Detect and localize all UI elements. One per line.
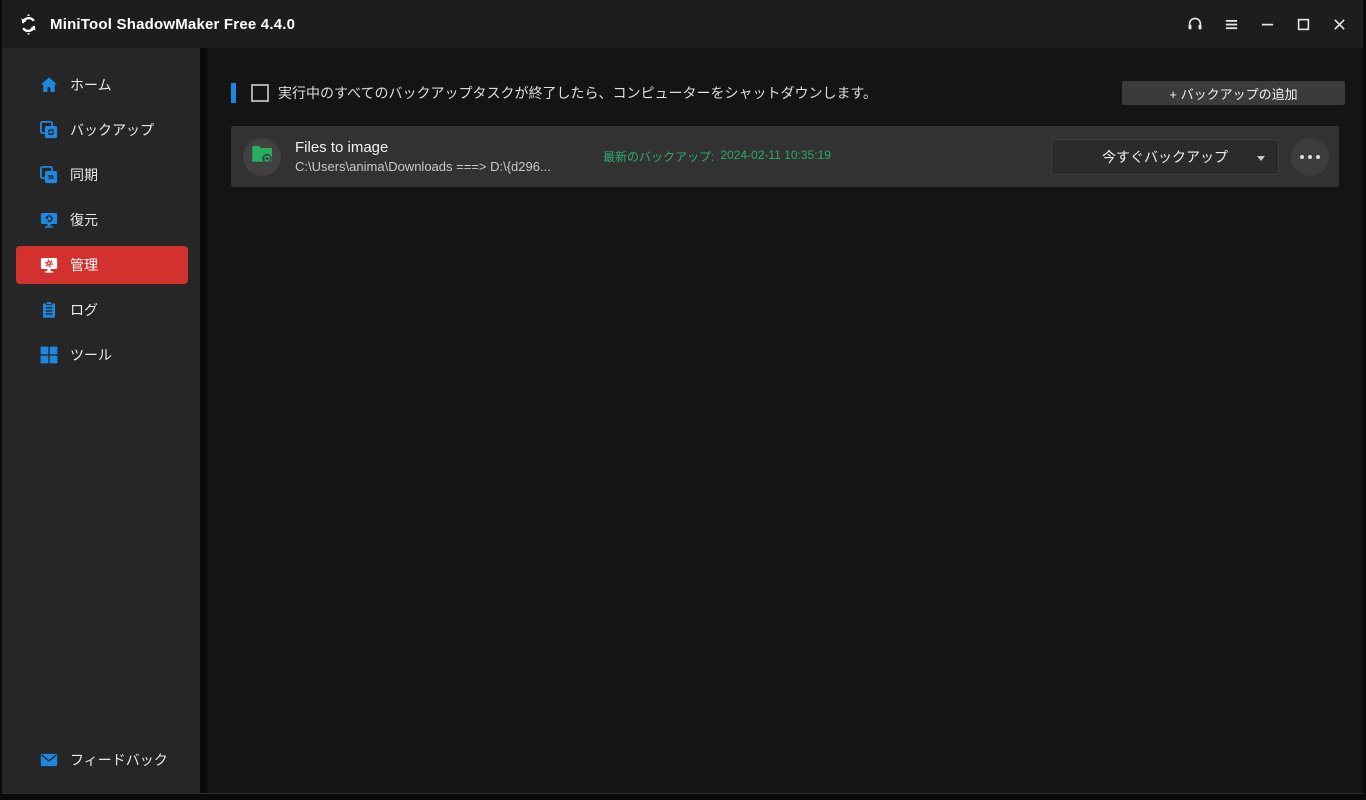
sidebar-item-log[interactable]: ログ xyxy=(16,291,188,329)
accent-bar xyxy=(231,83,236,103)
sidebar-item-label: 同期 xyxy=(70,167,98,183)
sidebar: ホーム バックアップ 同期 復元 管理 ログ ツール フィードバック xyxy=(2,48,200,793)
sidebar-item-label: ログ xyxy=(70,302,98,318)
task-path: C:\Users\anima\Downloads ===> D:\{d296..… xyxy=(295,159,551,174)
task-latest-backup: 最新のバックアップ: 2024-02-11 10:35:19 xyxy=(603,148,831,165)
manage-icon xyxy=(40,256,58,274)
latest-backup-label: 最新のバックアップ: xyxy=(603,150,715,164)
window-controls xyxy=(1177,8,1357,40)
sync-icon xyxy=(40,166,58,184)
sidebar-item-label: 復元 xyxy=(70,212,98,228)
manage-header: 実行中のすべてのバックアップタスクが終了したら、コンピューターをシャットダウンし… xyxy=(231,81,1345,105)
close-icon[interactable] xyxy=(1321,8,1357,40)
sidebar-item-sync[interactable]: 同期 xyxy=(16,156,188,194)
window-title: MiniTool ShadowMaker Free 4.4.0 xyxy=(50,15,296,33)
menu-icon[interactable] xyxy=(1213,8,1249,40)
sidebar-item-tools[interactable]: ツール xyxy=(16,336,188,374)
home-icon xyxy=(40,76,58,94)
backup-task-card: Files to image C:\Users\anima\Downloads … xyxy=(231,126,1339,187)
restore-icon xyxy=(40,211,58,229)
ellipsis-icon xyxy=(1300,154,1304,159)
tools-icon xyxy=(40,346,58,364)
sidebar-item-label: フィードバック xyxy=(70,752,168,768)
ellipsis-icon xyxy=(1308,154,1312,159)
sidebar-item-label: 管理 xyxy=(70,257,98,273)
add-backup-button[interactable]: + バックアップの追加 xyxy=(1122,81,1345,105)
sidebar-item-home[interactable]: ホーム xyxy=(16,66,188,104)
backup-now-label: 今すぐバックアップ xyxy=(1102,148,1228,165)
shutdown-checkbox[interactable] xyxy=(251,84,269,102)
latest-backup-time: 2024-02-11 10:35:19 xyxy=(720,148,831,162)
window-bottom-border xyxy=(2,794,1363,800)
backup-now-button[interactable]: 今すぐバックアップ xyxy=(1051,138,1279,175)
task-info: Files to image C:\Users\anima\Downloads … xyxy=(295,139,603,174)
maximize-icon[interactable] xyxy=(1285,8,1321,40)
feedback-icon xyxy=(40,751,58,769)
sidebar-item-label: ツール xyxy=(70,347,112,363)
app-window: MiniTool ShadowMaker Free 4.4.0 ホーム バックア… xyxy=(0,0,1366,800)
sidebar-item-backup[interactable]: バックアップ xyxy=(16,111,188,149)
sidebar-item-label: バックアップ xyxy=(70,122,154,138)
minimize-icon[interactable] xyxy=(1249,8,1285,40)
sidebar-item-restore[interactable]: 復元 xyxy=(16,201,188,239)
shutdown-checkbox-label: 実行中のすべてのバックアップタスクが終了したら、コンピューターをシャットダウンし… xyxy=(278,85,878,101)
titlebar: MiniTool ShadowMaker Free 4.4.0 xyxy=(2,0,1363,48)
folder-backup-icon xyxy=(251,143,273,170)
task-name: Files to image xyxy=(295,139,389,156)
task-more-button[interactable] xyxy=(1291,137,1329,176)
task-icon-circle xyxy=(243,137,281,176)
minitool-logo-icon xyxy=(16,12,40,36)
sidebar-divider xyxy=(200,48,207,793)
manage-page: 実行中のすべてのバックアップタスクが終了したら、コンピューターをシャットダウンし… xyxy=(207,48,1363,793)
log-icon xyxy=(40,301,58,319)
sidebar-item-label: ホーム xyxy=(70,77,112,93)
sidebar-item-feedback[interactable]: フィードバック xyxy=(16,741,188,779)
support-icon[interactable] xyxy=(1177,8,1213,40)
chevron-down-icon[interactable] xyxy=(1257,155,1265,161)
backup-icon xyxy=(40,121,58,139)
sidebar-item-manage[interactable]: 管理 xyxy=(16,246,188,284)
ellipsis-icon xyxy=(1316,154,1320,159)
